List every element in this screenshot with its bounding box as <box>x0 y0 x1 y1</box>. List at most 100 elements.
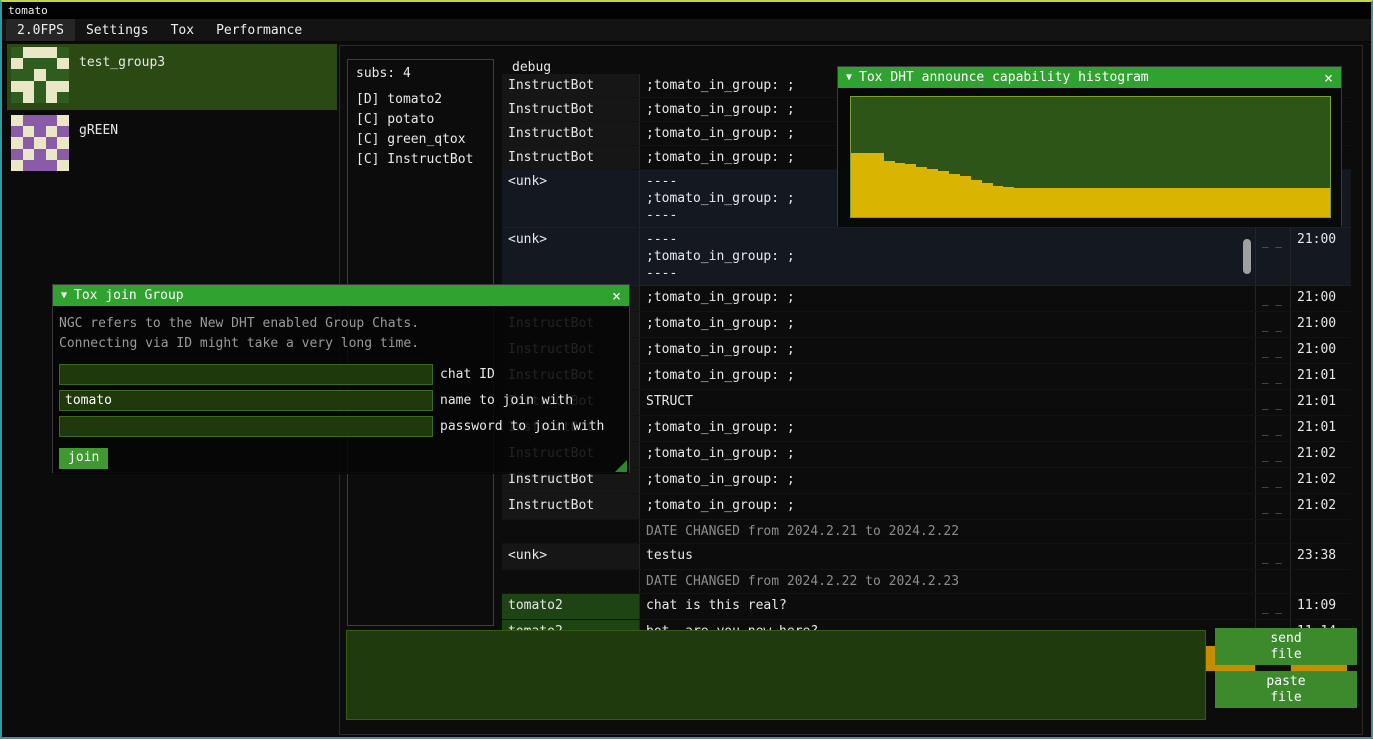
join-info-line2: Connecting via ID might take a very long… <box>59 334 623 354</box>
avatar-pixel <box>23 126 35 137</box>
message-row[interactable]: InstructBot;tomato_in_group: ;_ _21:02 <box>502 494 1351 520</box>
message-time: 11:09 <box>1291 594 1347 619</box>
collapse-arrow-icon[interactable]: ▼ <box>846 72 852 83</box>
chat-id-input[interactable] <box>59 364 433 385</box>
peer-item-tomato2[interactable]: [D] tomato2 <box>356 90 485 110</box>
histogram-bar <box>1014 188 1025 217</box>
avatar-pixel <box>46 47 58 58</box>
avatar-pixel <box>46 137 58 148</box>
menu-item-settings[interactable]: Settings <box>75 19 160 41</box>
histogram-window-body <box>838 88 1341 227</box>
chat-id-label: chat ID <box>440 367 495 382</box>
join-name-input[interactable] <box>59 390 433 411</box>
composer-input[interactable] <box>346 630 1206 720</box>
menu-item-tox[interactable]: Tox <box>160 19 205 41</box>
group-item-gREEN[interactable]: gREEN <box>7 112 337 178</box>
avatar-pixel <box>11 92 23 103</box>
avatar-pixel <box>11 149 23 160</box>
peer-item-potato[interactable]: [C] potato <box>356 110 485 130</box>
message-time <box>1291 570 1347 593</box>
collapse-arrow-icon[interactable]: ▼ <box>61 290 67 301</box>
menu-item-performance[interactable]: Performance <box>205 19 313 41</box>
message-time: 21:02 <box>1291 468 1347 493</box>
histogram-bar <box>1221 188 1232 217</box>
message-row[interactable]: <unk>----;tomato_in_group: ;----_ _21:00 <box>502 228 1351 286</box>
join-password-input[interactable] <box>59 416 433 437</box>
message-author: InstructBot <box>502 98 640 121</box>
join-group-window: ▼ Tox join Group × NGC refers to the New… <box>52 284 630 473</box>
histogram-bar <box>1287 188 1298 217</box>
histogram-bar <box>971 180 982 217</box>
message-status: _ _ <box>1256 228 1291 285</box>
avatar-pixel <box>34 69 46 80</box>
message-text: chat is this real? <box>640 594 1256 619</box>
avatar-pixel <box>11 126 23 137</box>
message-row[interactable]: tomato2chat is this real?_ _11:09 <box>502 594 1351 620</box>
join-name-label: name to join with <box>440 393 573 408</box>
avatar-pixel <box>46 126 58 137</box>
paste-file-button[interactable]: paste file <box>1215 671 1357 708</box>
resize-grip[interactable] <box>615 460 627 472</box>
join-fields: chat ID name to join with password to jo… <box>59 364 623 437</box>
avatar-pixel <box>34 149 46 160</box>
message-text: ;tomato_in_group: ; <box>640 312 1256 337</box>
histogram-bar <box>949 174 960 217</box>
histogram-bar <box>1167 188 1178 217</box>
message-status: _ _ <box>1256 416 1291 441</box>
avatar-pixel <box>46 69 58 80</box>
message-time: 21:00 <box>1291 312 1347 337</box>
avatar-pixel <box>23 92 35 103</box>
message-author: <unk> <box>502 170 640 227</box>
close-icon[interactable]: × <box>1324 69 1333 87</box>
message-time: 21:00 <box>1291 338 1347 363</box>
histogram-bar <box>1298 188 1309 217</box>
join-button[interactable]: join <box>59 448 108 469</box>
message-status: _ _ <box>1256 312 1291 337</box>
avatar-pixel <box>23 137 35 148</box>
avatar-pixel <box>34 58 46 69</box>
avatar-pixel <box>34 81 46 92</box>
histogram-bar <box>1308 188 1319 217</box>
avatar-pixel <box>23 149 35 160</box>
message-text: STRUCT <box>640 390 1256 415</box>
message-status: _ _ <box>1256 286 1291 311</box>
peer-item-green_qtox[interactable]: [C] green_qtox <box>356 130 485 150</box>
message-status <box>1256 570 1291 593</box>
histogram-bar <box>916 167 927 217</box>
avatar-pixel <box>57 81 69 92</box>
histogram-bar <box>905 164 916 217</box>
menu-item-2-0fps[interactable]: 2.0FPS <box>6 19 75 41</box>
message-author <box>502 520 640 543</box>
send-file-button[interactable]: send file <box>1215 628 1357 665</box>
message-time: 21:01 <box>1291 364 1347 389</box>
message-row[interactable]: DATE CHANGED from 2024.2.21 to 2024.2.22 <box>502 520 1351 544</box>
message-time: 21:00 <box>1291 228 1347 285</box>
group-avatar <box>11 47 69 103</box>
histogram-bar <box>960 176 971 217</box>
histogram-bar <box>982 183 993 217</box>
join-window-titlebar[interactable]: ▼ Tox join Group × <box>53 285 629 306</box>
histogram-bar <box>1025 188 1036 217</box>
message-author: InstructBot <box>502 122 640 145</box>
group-item-test_group3[interactable]: test_group3 <box>7 44 337 110</box>
avatar-pixel <box>34 47 46 58</box>
message-row[interactable]: DATE CHANGED from 2024.2.22 to 2024.2.23 <box>502 570 1351 594</box>
peers-header: subs: 4 <box>356 66 485 81</box>
avatar-pixel <box>34 92 46 103</box>
histogram-bar <box>1232 188 1243 217</box>
chat-debug-label: debug <box>512 60 551 75</box>
message-author: tomato2 <box>502 594 640 619</box>
histogram-window-titlebar[interactable]: ▼ Tox DHT announce capability histogram … <box>838 67 1341 88</box>
peer-item-InstructBot[interactable]: [C] InstructBot <box>356 150 485 170</box>
histogram-bar <box>1276 188 1287 217</box>
chat-scrollbar-thumb[interactable] <box>1243 239 1251 274</box>
close-icon[interactable]: × <box>612 287 621 305</box>
histogram-bar <box>1189 188 1200 217</box>
histogram-bar <box>1091 188 1102 217</box>
avatar-pixel <box>46 115 58 126</box>
histogram-bar <box>1254 188 1265 217</box>
message-text: DATE CHANGED from 2024.2.22 to 2024.2.23 <box>640 570 1256 593</box>
message-row[interactable]: <unk>testus_ _23:38 <box>502 544 1351 570</box>
histogram-bar <box>993 186 1004 217</box>
avatar-pixel <box>11 47 23 58</box>
